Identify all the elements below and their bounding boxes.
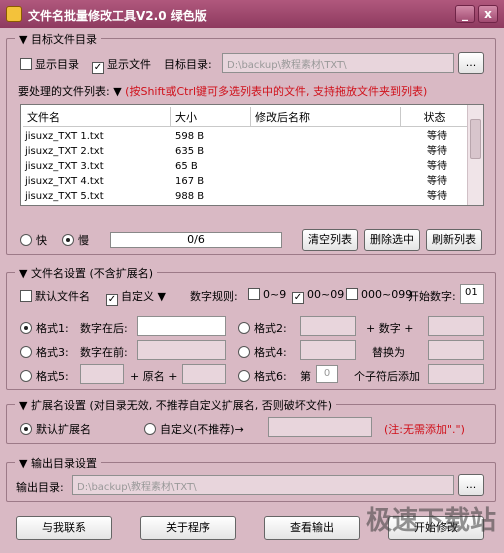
format2-suffix-input[interactable] [428, 316, 484, 336]
start-number-label: 开始数字: [408, 290, 456, 303]
table-row[interactable]: jisuxz_TXT 1.txt 598 B 等待 [21, 129, 469, 144]
target-files-legend: ▼ 目标文件目录 [15, 31, 101, 47]
column-header-name[interactable]: 文件名 [23, 107, 171, 127]
output-dir-label: 输出目录: [16, 481, 64, 494]
about-button[interactable]: 关于程序 [140, 516, 236, 540]
close-button[interactable]: x [478, 5, 498, 23]
table-row[interactable]: jisuxz_TXT 5.txt 988 B 等待 [21, 189, 469, 204]
clear-list-button[interactable]: 清空列表 [302, 229, 358, 251]
output-settings-legend: ▼ 输出目录设置 [15, 455, 101, 471]
column-header-new-name[interactable]: 修改后名称 [251, 107, 401, 127]
table-row[interactable]: jisuxz_TXT 4.txt 167 B 等待 [21, 174, 469, 189]
browse-target-button[interactable]: ... [458, 52, 484, 74]
check-icon: ✓ [292, 292, 304, 304]
title-bar: 文件名批量修改工具V2.0 绿色版 _ x [0, 0, 504, 28]
show-files-checkbox[interactable]: ✓ 显示文件 [92, 56, 151, 74]
watermark: 极速下载站 [365, 506, 496, 536]
format1-radio[interactable]: 格式1: [20, 320, 69, 336]
radio-circle [20, 370, 32, 382]
format6-position-spinner[interactable]: 0 [316, 365, 338, 383]
table-scrollbar[interactable] [467, 105, 483, 205]
format3-radio[interactable]: 格式3: [20, 344, 69, 360]
radio-circle [20, 322, 32, 334]
progress-bar: 0/6 [110, 232, 282, 248]
custom-name-checkbox[interactable]: ✓ 自定义 ▼ [106, 288, 166, 306]
radio-circle [20, 346, 32, 358]
format6-text-label: 个子符后添加 [354, 370, 420, 383]
format3-text-label: 数字在前: [80, 346, 128, 359]
format1-text-label: 数字在后: [80, 322, 128, 335]
number-rule-label: 数字规则: [190, 290, 238, 303]
format4-radio[interactable]: 格式4: [238, 344, 287, 360]
format2-plus-label: + 数字 + [366, 322, 414, 335]
format6-di-label: 第 [300, 370, 311, 383]
format4-replace-label: 替换为 [372, 346, 405, 359]
format2-radio[interactable]: 格式2: [238, 320, 287, 336]
table-row[interactable]: jisuxz_TXT 2.txt 635 B 等待 [21, 144, 469, 159]
custom-ext-radio[interactable]: 自定义(不推荐)→ [144, 421, 244, 437]
scrollbar-thumb[interactable] [470, 119, 481, 159]
minimize-button[interactable]: _ [455, 5, 475, 23]
format5-suffix-input[interactable] [182, 364, 226, 384]
radio-circle [20, 423, 32, 435]
ext-settings-legend: ▼ 扩展名设置 (对目录无效, 不推荐自定义扩展名, 否则破坏文件) [15, 397, 337, 413]
format5-radio[interactable]: 格式5: [20, 368, 69, 384]
file-list-label: 要处理的文件列表: ▼ (按Shift或Ctrl键可多选列表中的文件, 支持拖放… [18, 85, 428, 98]
app-icon [6, 6, 22, 22]
column-header-status[interactable]: 状态 [401, 107, 469, 127]
speed-fast-radio[interactable]: 快 [20, 232, 47, 248]
browse-output-button[interactable]: ... [458, 474, 484, 496]
radio-circle [62, 234, 74, 246]
checkbox-box [20, 290, 32, 302]
file-list-table[interactable]: 文件名 大小 修改后名称 状态 jisuxz_TXT 1.txt 598 B 等… [20, 104, 484, 206]
radio-circle [20, 234, 32, 246]
ext-note: (注:无需添加".") [384, 423, 465, 436]
format4-find-input[interactable] [300, 340, 356, 360]
format2-prefix-input[interactable] [300, 316, 356, 336]
progress-text: 0/6 [187, 233, 205, 246]
name-settings-legend: ▼ 文件名设置 (不含扩展名) [15, 265, 158, 281]
table-row[interactable]: jisuxz_TXT 3.txt 65 B 等待 [21, 159, 469, 174]
refresh-list-button[interactable]: 刷新列表 [426, 229, 482, 251]
output-dir-input[interactable]: D:\backup\教程素材\TXT\ [72, 475, 454, 495]
rule-00-09-checkbox[interactable]: ✓ 00~09 [292, 288, 344, 304]
contact-button[interactable]: 与我联系 [16, 516, 112, 540]
target-dir-label: 目标目录: [164, 58, 212, 71]
default-ext-radio[interactable]: 默认扩展名 [20, 421, 91, 437]
checkbox-box [248, 288, 260, 300]
radio-circle [238, 370, 250, 382]
file-list-hint: (按Shift或Ctrl键可多选列表中的文件, 支持拖放文件夹到列表) [125, 85, 428, 98]
target-dir-input[interactable]: D:\backup\教程素材\TXT\ [222, 53, 454, 73]
show-dirs-checkbox[interactable]: 显示目录 [20, 56, 79, 72]
delete-selected-button[interactable]: 删除选中 [364, 229, 420, 251]
format5-plus-label: + 原名 + [130, 370, 178, 383]
speed-slow-radio[interactable]: 慢 [62, 232, 89, 248]
window-title: 文件名批量修改工具V2.0 绿色版 [28, 9, 207, 23]
format4-replace-input[interactable] [428, 340, 484, 360]
custom-ext-input[interactable] [268, 417, 372, 437]
view-output-button[interactable]: 查看输出 [264, 516, 360, 540]
format6-radio[interactable]: 格式6: [238, 368, 287, 384]
format5-prefix-input[interactable] [80, 364, 124, 384]
column-header-size[interactable]: 大小 [171, 107, 251, 127]
checkbox-box [20, 58, 32, 70]
rule-0-9-checkbox[interactable]: 0~9 [248, 288, 286, 301]
radio-circle [238, 346, 250, 358]
checkbox-box [346, 288, 358, 300]
check-icon: ✓ [106, 294, 118, 306]
rule-000-099-checkbox[interactable]: 000~099 [346, 288, 412, 301]
radio-circle [238, 322, 250, 334]
format6-input[interactable] [428, 364, 484, 384]
check-icon: ✓ [92, 62, 104, 74]
radio-circle [144, 423, 156, 435]
format3-input[interactable] [137, 340, 226, 360]
format1-input[interactable] [137, 316, 226, 336]
start-number-input[interactable]: 01 [460, 284, 484, 304]
default-name-checkbox[interactable]: 默认文件名 [20, 288, 90, 304]
